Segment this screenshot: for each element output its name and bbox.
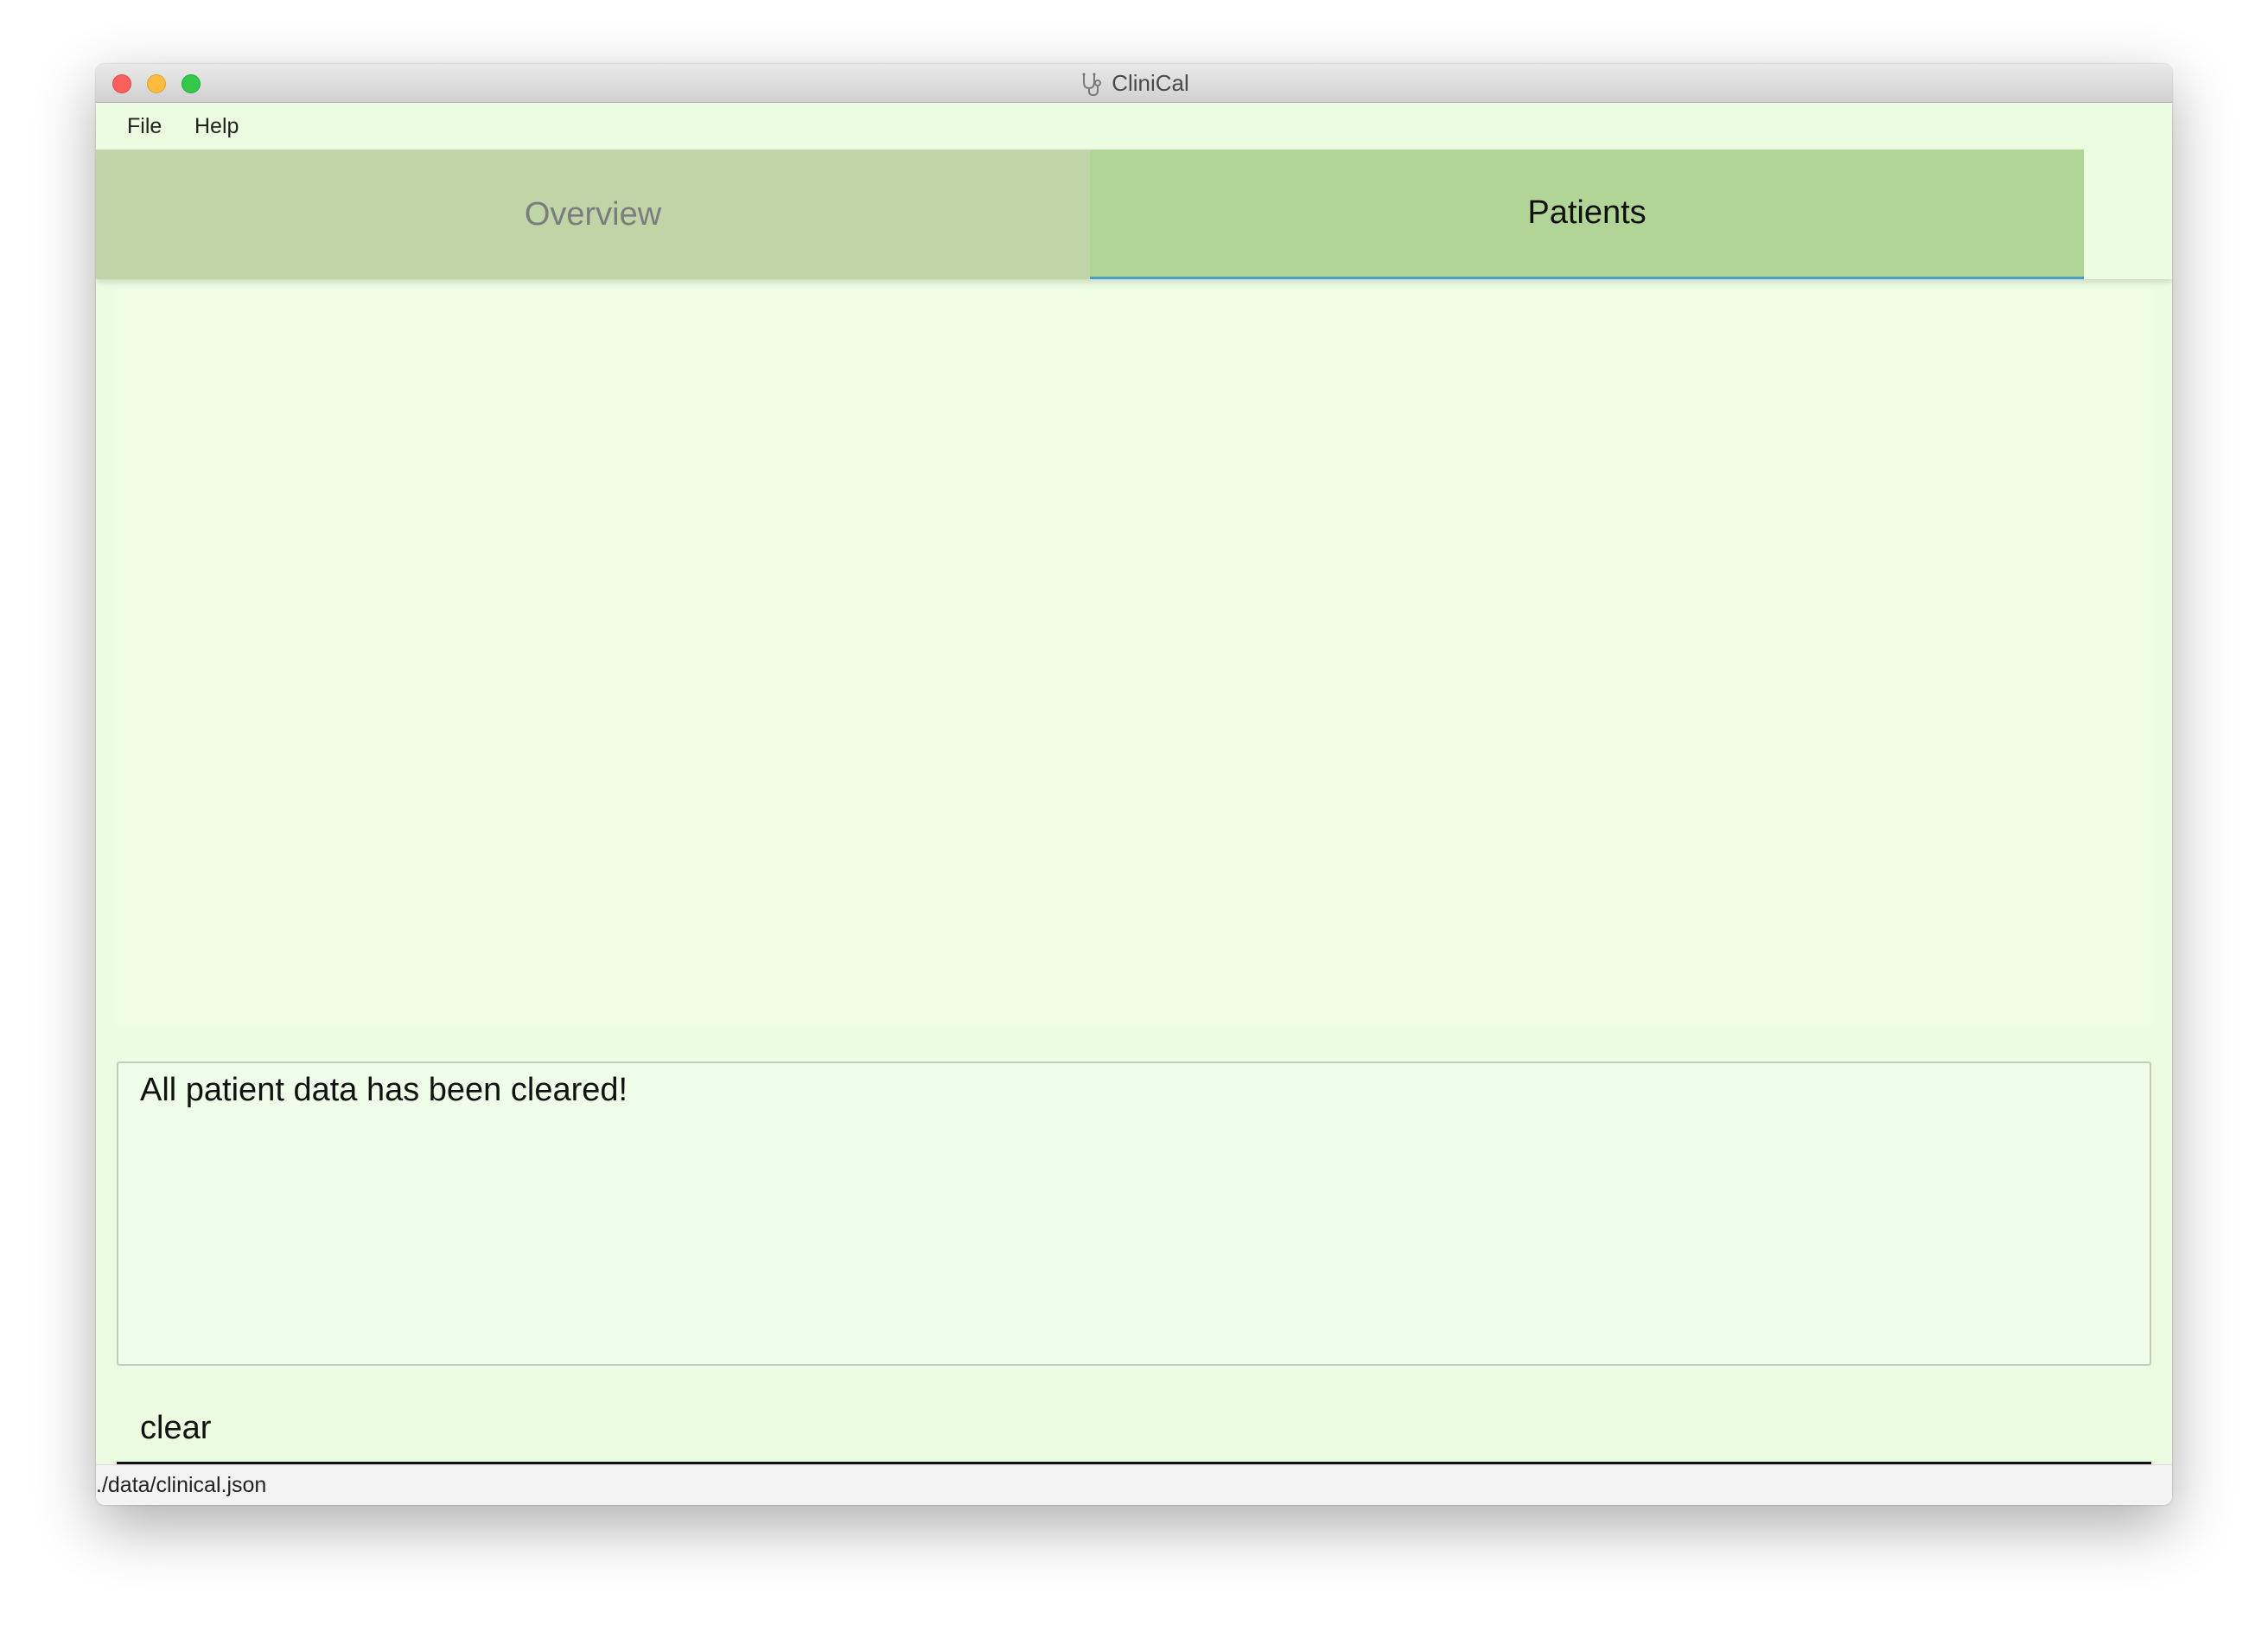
app-window: CliniCal File Help Overview Patients All… (96, 64, 2172, 1505)
stethoscope-icon (1082, 72, 1102, 96)
window-title: CliniCal (1112, 70, 1189, 96)
save-file-path: ./data/clinical.json (96, 1473, 267, 1497)
command-input[interactable] (117, 1395, 2151, 1462)
tab-bar: Overview Patients (96, 150, 2172, 279)
menu-bar: File Help (96, 103, 2172, 150)
status-bar: ./data/clinical.json (96, 1464, 2172, 1505)
result-display[interactable]: All patient data has been cleared! (117, 1061, 2151, 1366)
tab-overview-label: Overview (524, 195, 662, 233)
window-title-group: CliniCal (96, 64, 2172, 103)
tab-patients-label: Patients (1527, 194, 1647, 231)
patient-list-panel[interactable] (117, 289, 2151, 1028)
tab-patients[interactable]: Patients (1090, 150, 2084, 279)
menu-file[interactable]: File (115, 103, 174, 150)
title-bar[interactable]: CliniCal (96, 64, 2172, 103)
tab-overview[interactable]: Overview (96, 150, 1090, 279)
result-message: All patient data has been cleared! (140, 1072, 628, 1108)
command-box (117, 1395, 2151, 1464)
menu-help[interactable]: Help (182, 103, 251, 150)
